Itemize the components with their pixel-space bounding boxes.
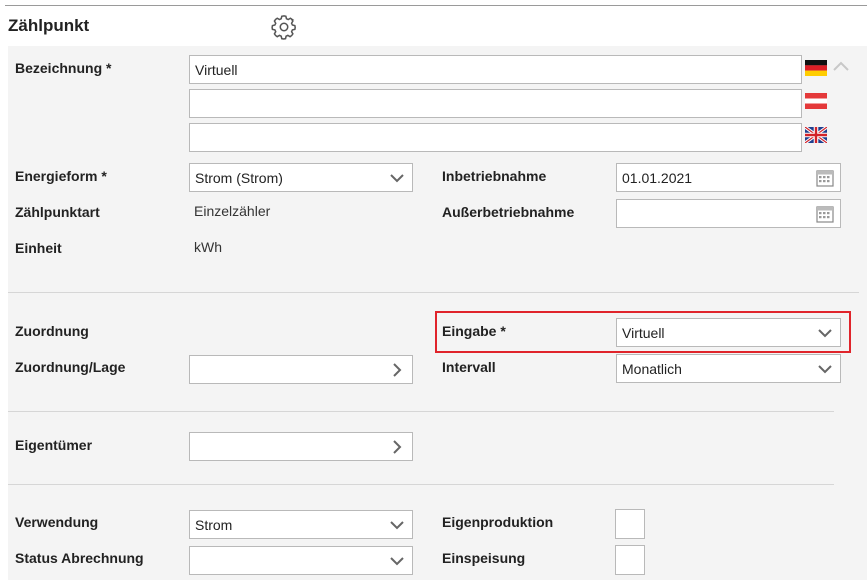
- intervall-select[interactable]: Monatlich: [616, 354, 841, 383]
- bezeichnung-label: Bezeichnung *: [15, 60, 112, 76]
- einheit-label: Einheit: [15, 240, 62, 256]
- inbetriebnahme-label: Inbetriebnahme: [442, 168, 547, 184]
- uk-flag-icon[interactable]: [805, 127, 827, 143]
- inbetriebnahme-value: 01.01.2021: [622, 169, 693, 186]
- ausserbetriebnahme-label: Außerbetriebnahme: [442, 204, 575, 220]
- intervall-label: Intervall: [442, 359, 496, 375]
- chevron-right-icon: [382, 356, 412, 383]
- energieform-value: Strom (Strom): [195, 169, 283, 186]
- eingabe-value: Virtuell: [622, 324, 665, 341]
- einheit-value: kWh: [194, 239, 222, 255]
- chevron-right-icon: [382, 433, 412, 460]
- verwendung-select[interactable]: Strom: [189, 510, 413, 539]
- calendar-icon[interactable]: [810, 164, 840, 191]
- eigentuemer-label: Eigentümer: [15, 437, 93, 453]
- ausserbetriebnahme-date-input[interactable]: [616, 199, 841, 228]
- section-divider: [8, 484, 834, 485]
- chevron-down-icon: [382, 547, 412, 574]
- chevron-down-icon: [382, 164, 412, 191]
- page-title: Zählpunkt: [8, 16, 90, 35]
- zuordnung-lage-picker[interactable]: [189, 355, 413, 384]
- inbetriebnahme-date-input[interactable]: 01.01.2021: [616, 163, 841, 192]
- eigenproduktion-checkbox[interactable]: [615, 509, 645, 539]
- bezeichnung-de-value: Virtuell: [195, 61, 238, 78]
- austrian-flag-icon[interactable]: [805, 93, 827, 109]
- eingabe-select[interactable]: Virtuell: [616, 318, 841, 347]
- calendar-icon[interactable]: [810, 200, 840, 227]
- bezeichnung-at-input[interactable]: [189, 89, 802, 118]
- bezeichnung-en-input[interactable]: [189, 123, 802, 152]
- zaehlpunktart-label: Zählpunktart: [15, 204, 100, 220]
- eigentuemer-picker[interactable]: [189, 432, 413, 461]
- chevron-down-icon: [810, 355, 840, 382]
- gear-icon[interactable]: [270, 13, 298, 41]
- zuordnung-label: Zuordnung: [15, 323, 89, 339]
- eingabe-label: Eingabe *: [442, 323, 506, 339]
- intervall-value: Monatlich: [622, 360, 682, 377]
- eigenproduktion-label: Eigenproduktion: [442, 514, 554, 530]
- energieform-select[interactable]: Strom (Strom): [189, 163, 413, 192]
- energieform-label: Energieform *: [15, 168, 107, 184]
- section-divider: [8, 292, 859, 293]
- zaehlpunktart-value: Einzelzähler: [194, 203, 271, 219]
- einspeisung-label: Einspeisung: [442, 550, 526, 566]
- chevron-down-icon: [810, 319, 840, 346]
- verwendung-label: Verwendung: [15, 514, 99, 530]
- top-divider: [5, 5, 867, 6]
- bezeichnung-de-input[interactable]: Virtuell: [189, 55, 802, 84]
- collapse-chevron-icon[interactable]: [832, 60, 850, 72]
- status-abrechnung-label: Status Abrechnung: [15, 550, 144, 566]
- einspeisung-checkbox[interactable]: [615, 545, 645, 575]
- zuordnung-lage-label: Zuordnung/Lage: [15, 359, 126, 375]
- status-abrechnung-select[interactable]: [189, 546, 413, 575]
- chevron-down-icon: [382, 511, 412, 538]
- verwendung-value: Strom: [195, 516, 233, 533]
- section-divider: [8, 411, 834, 412]
- german-flag-icon[interactable]: [805, 60, 827, 76]
